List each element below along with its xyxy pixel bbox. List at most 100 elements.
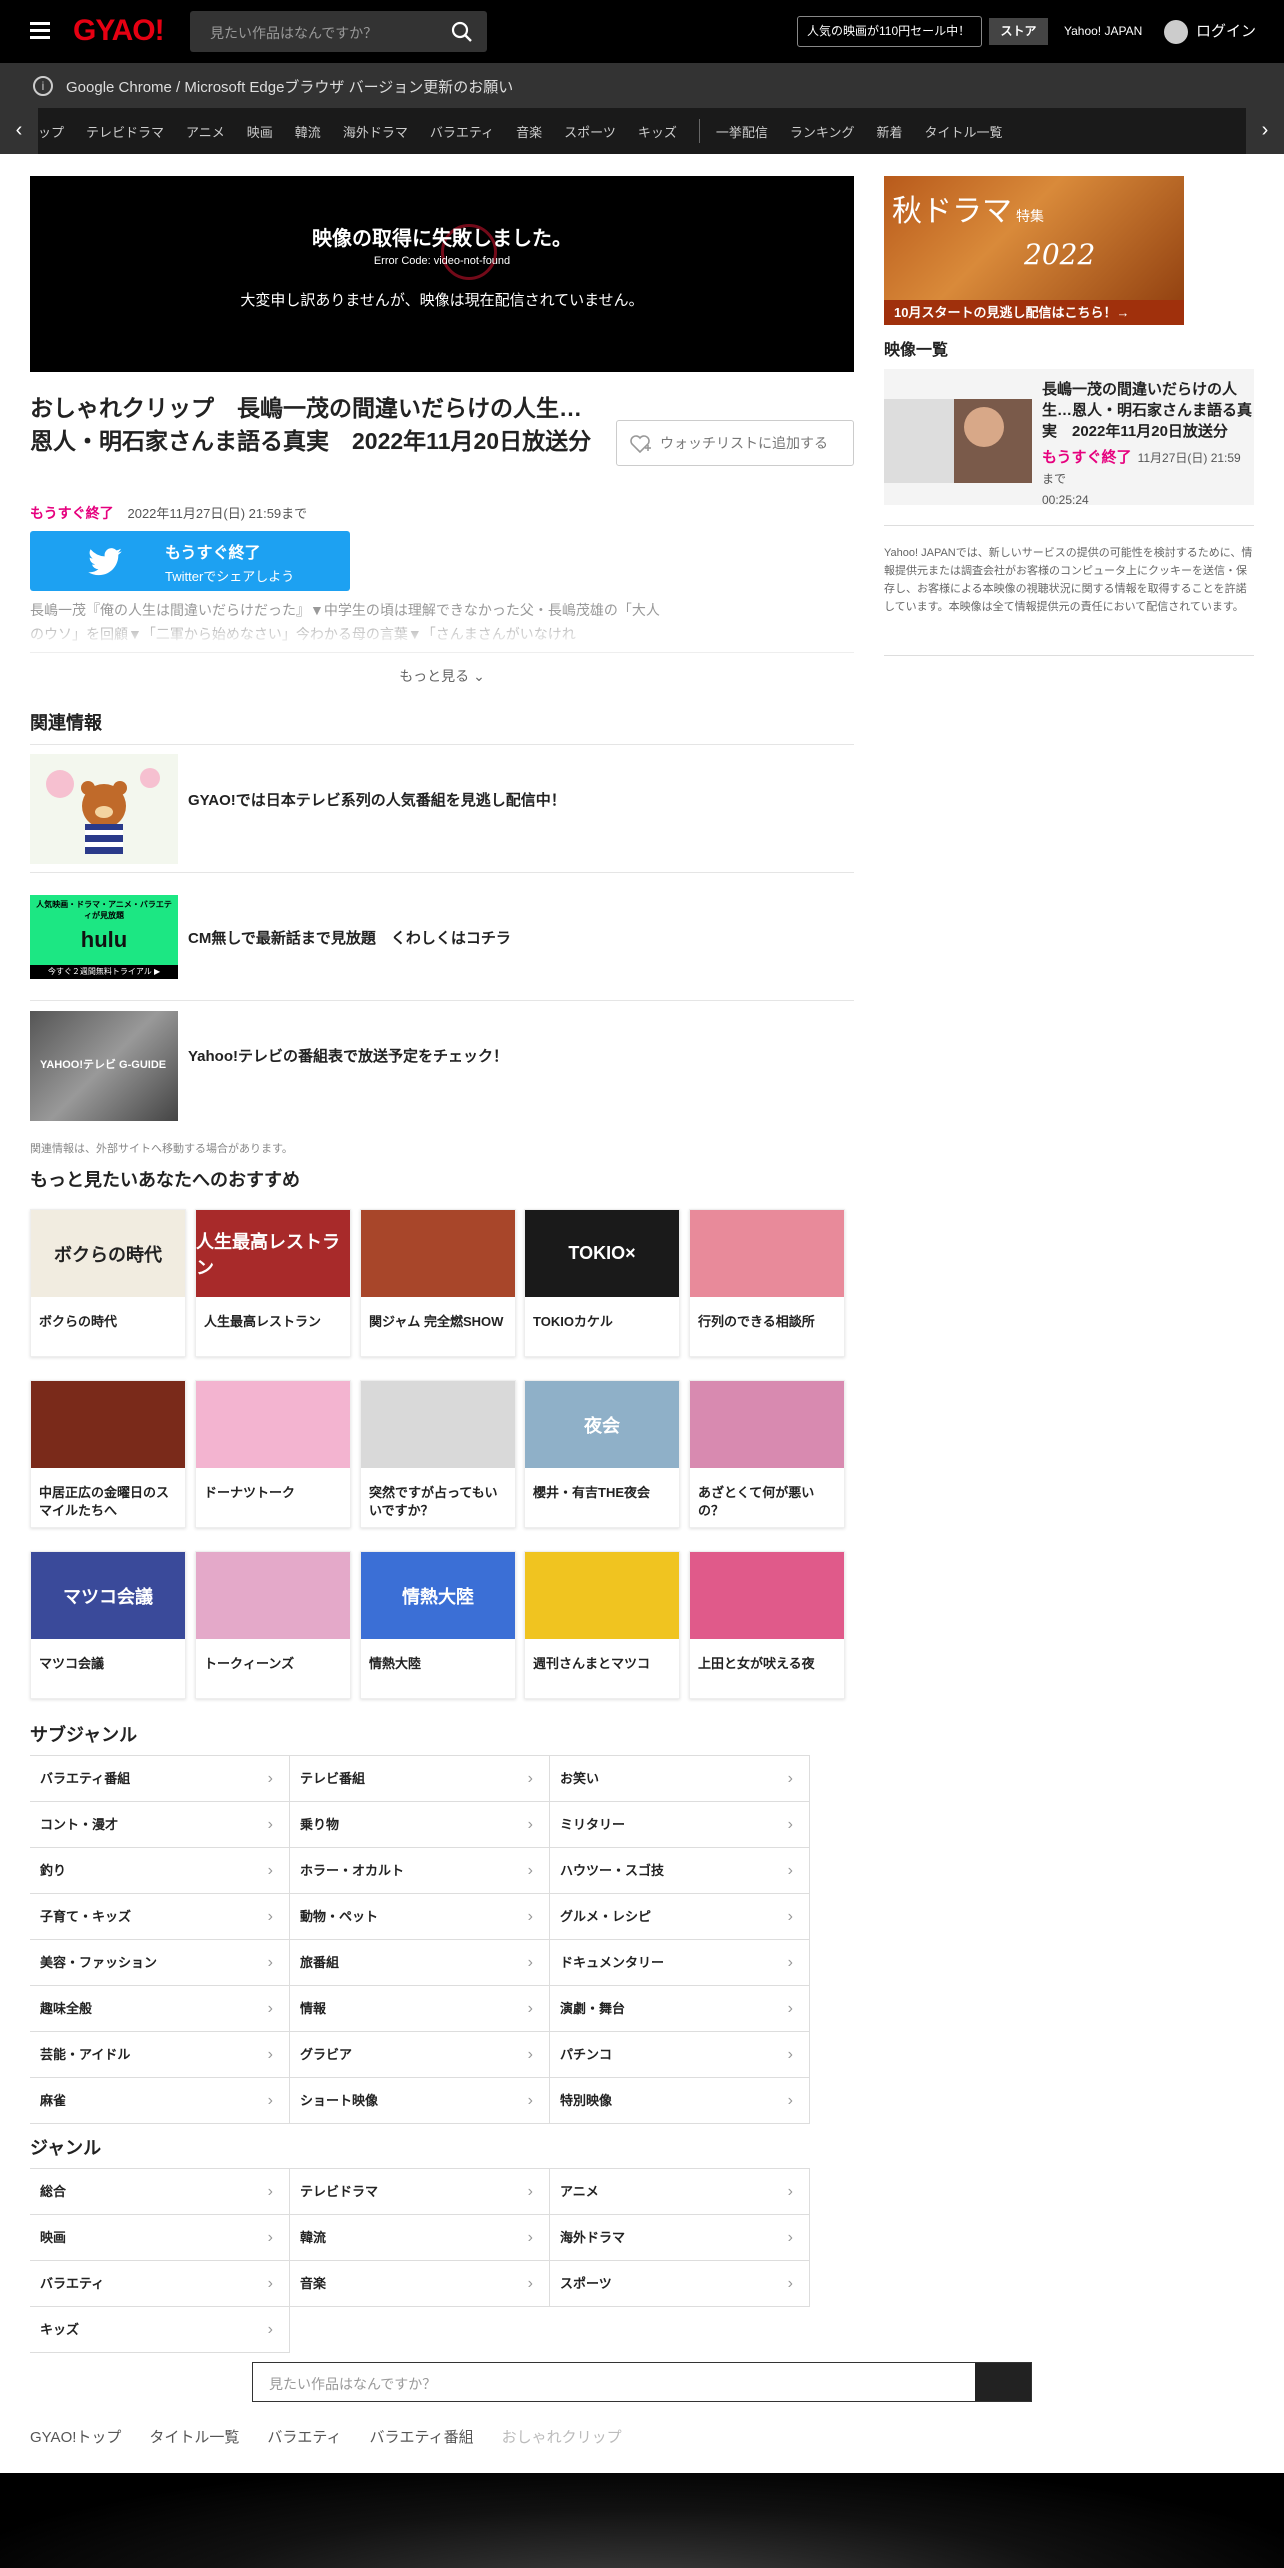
subgenre-item[interactable]: 演劇・舞台 [550,1986,810,2032]
recommend-card[interactable]: TOKIO× TOKIOカケル [524,1209,680,1357]
genre-item[interactable]: 音楽 [290,2261,550,2307]
nav-next-icon[interactable]: › [1246,108,1284,154]
subgenre-item[interactable]: 麻雀 [30,2078,290,2124]
nav-item[interactable]: ランキング [790,122,855,141]
breadcrumb-item[interactable]: バラエティ番組 [370,2426,474,2447]
subgenre-item[interactable]: 趣味全般 [30,1986,290,2032]
subgenre-item[interactable]: 旅番組 [290,1940,550,1986]
gyao-logo[interactable]: GYAO! [73,14,165,48]
yahoo-japan-link[interactable]: Yahoo! JAPAN [1064,24,1142,38]
recommend-title: 関ジャム 完全燃SHOW [369,1314,504,1329]
subgenre-item[interactable]: 乗り物 [290,1802,550,1848]
subgenre-item[interactable]: 美容・ファッション [30,1940,290,1986]
breadcrumb-item[interactable]: バラエティ [267,2426,341,2447]
recommend-title: あざとくて何が悪いの？ [698,1485,815,1518]
related-item[interactable]: GYAO!では日本テレビ系列の人気番組を見逃し配信中！ [30,744,854,872]
genre-item[interactable]: 総合 [30,2169,290,2215]
more-button[interactable]: もっと見る ⌄ [30,652,854,698]
login-button[interactable]: ログイン [1164,19,1256,45]
related-item[interactable]: 人気映画・ドラマ・アニメ・バラエティが見放題 hulu 今すぐ２週間無料トライア… [30,872,854,1000]
subgenre-item[interactable]: ドキュメンタリー [550,1940,810,1986]
recommend-card[interactable]: 夜会 櫻井・有吉THE夜会 [524,1380,680,1528]
watchlist-button[interactable]: ウォッチリストに追加する [616,420,854,466]
subgenre-item[interactable]: グラビア [290,2032,550,2078]
genre-item[interactable]: スポーツ [550,2261,810,2307]
genre-item[interactable]: バラエティ [30,2261,290,2307]
nav-item[interactable]: 一挙配信 [716,122,768,141]
video-list-item[interactable]: 長嶋一茂の間違いだらけの人生…恩人・明石家さんま語る真実 2022年11月20日… [884,369,1254,507]
browser-update-notice[interactable]: i Google Chrome / Microsoft Edgeブラウザ バージ… [0,63,1284,108]
twitter-icon [88,548,122,576]
nav-item[interactable]: タイトル一覧 [925,122,1003,141]
nav-item[interactable]: 音楽 [516,122,542,141]
recommend-card[interactable]: 行列のできる相談所 [689,1209,845,1357]
search-button[interactable] [975,2363,1031,2401]
recommend-card[interactable]: 週刊さんまとマツコ [524,1551,680,1699]
twitter-share-button[interactable]: もうすぐ終了 Twitterでシェアしよう [30,531,350,591]
recommend-card[interactable]: 関ジャム 完全燃SHOW [360,1209,516,1357]
genre-item[interactable]: アニメ [550,2169,810,2215]
subgenre-item[interactable]: お笑い [550,1756,810,1802]
recommend-card[interactable]: 上田と女が吠える夜 [689,1551,845,1699]
subgenre-item[interactable]: ミリタリー [550,1802,810,1848]
sale-banner-link[interactable]: 人気の映画が110円セール中！ [797,16,982,47]
nav-prev-icon[interactable]: ‹ [0,108,38,154]
nav-item[interactable]: 韓流 [295,122,321,141]
store-button[interactable]: ストア [989,18,1048,45]
info-icon: i [33,76,53,96]
menu-icon[interactable] [30,22,50,40]
related-note: 関連情報は、外部サイトへ移動する場合があります。 [30,1143,293,1155]
nav-item[interactable]: ップ [38,122,64,141]
nav-item[interactable]: 海外ドラマ [343,122,408,141]
subgenre-item[interactable]: 芸能・アイドル [30,2032,290,2078]
recommend-card[interactable]: ドーナツトーク [195,1380,351,1528]
genre-item[interactable]: 韓流 [290,2215,550,2261]
breadcrumb-item[interactable]: GYAO!トップ [30,2426,121,2447]
subgenre-item[interactable]: グルメ・レシピ [550,1894,810,1940]
subgenre-item[interactable]: テレビ番組 [290,1756,550,1802]
subgenre-item[interactable]: 特別映像 [550,2078,810,2124]
subgenre-item[interactable]: 子育て・キッズ [30,1894,290,1940]
related-item[interactable]: YAHOO!テレビ G-GUIDE Yahoo!テレビの番組表で放送予定をチェッ… [30,1000,854,1128]
subgenre-item[interactable]: バラエティ番組 [30,1756,290,1802]
recommend-card[interactable]: ボクらの時代 ボクらの時代 [30,1209,186,1357]
genre-item[interactable]: 海外ドラマ [550,2215,810,2261]
subgenre-item[interactable]: ハウツー・スゴ技 [550,1848,810,1894]
genre-item[interactable]: テレビドラマ [290,2169,550,2215]
recommend-card[interactable]: 情熱大陸 情熱大陸 [360,1551,516,1699]
search-input[interactable]: 見たい作品はなんですか？ [190,11,487,52]
recommend-card[interactable]: あざとくて何が悪いの？ [689,1380,845,1528]
recommend-title: ボクらの時代 [39,1314,118,1329]
subgenre-item[interactable]: パチンコ [550,2032,810,2078]
subgenre-item[interactable]: 釣り [30,1848,290,1894]
breadcrumb-item[interactable]: タイトル一覧 [149,2426,239,2447]
autumn-drama-banner[interactable]: 秋ドラマ 特集 2022 10月スタートの見逃し配信はこちら！→ [884,176,1184,325]
search-icon[interactable] [451,21,473,43]
bottom-search-input[interactable]: 見たい作品はなんですか？ [252,2362,1032,2402]
genre-item[interactable]: キッズ [30,2307,290,2353]
subgenre-item[interactable]: 情報 [290,1986,550,2032]
nav-item[interactable]: バラエティ [430,122,494,141]
subgenre-item[interactable]: コント・漫才 [30,1802,290,1848]
description-fade [30,618,854,648]
nav-item[interactable]: 映画 [247,122,273,141]
nav-item[interactable]: アニメ [186,122,225,141]
recommend-thumb [196,1552,350,1639]
recommend-card[interactable]: 人生最高レストラン 人生最高レストラン [195,1209,351,1357]
recommend-title: 行列のできる相談所 [698,1314,815,1329]
nav-item[interactable]: キッズ [638,122,677,141]
recommend-card[interactable]: 中居正広の金曜日のスマイルたちへ [30,1380,186,1528]
genre-item[interactable]: 映画 [30,2215,290,2261]
subgenre-item[interactable]: ホラー・オカルト [290,1848,550,1894]
nav-item[interactable]: 新着 [876,122,902,141]
nav-item[interactable]: テレビドラマ [86,122,164,141]
recommend-thumb [690,1552,844,1639]
nav-item[interactable]: スポーツ [564,122,616,141]
subgenre-item[interactable]: 動物・ペット [290,1894,550,1940]
video-player[interactable]: 映像の取得に失敗しました。 Error Code: video-not-foun… [30,176,854,372]
recommend-card[interactable]: トークィーンズ [195,1551,351,1699]
subgenre-item[interactable]: ショート映像 [290,2078,550,2124]
recommend-card[interactable]: 突然ですが占ってもいいですか？ [360,1380,516,1528]
yahoo-tv-logo: YAHOO!テレビ G-GUIDE [40,1059,167,1071]
recommend-card[interactable]: マツコ会議 マツコ会議 [30,1551,186,1699]
